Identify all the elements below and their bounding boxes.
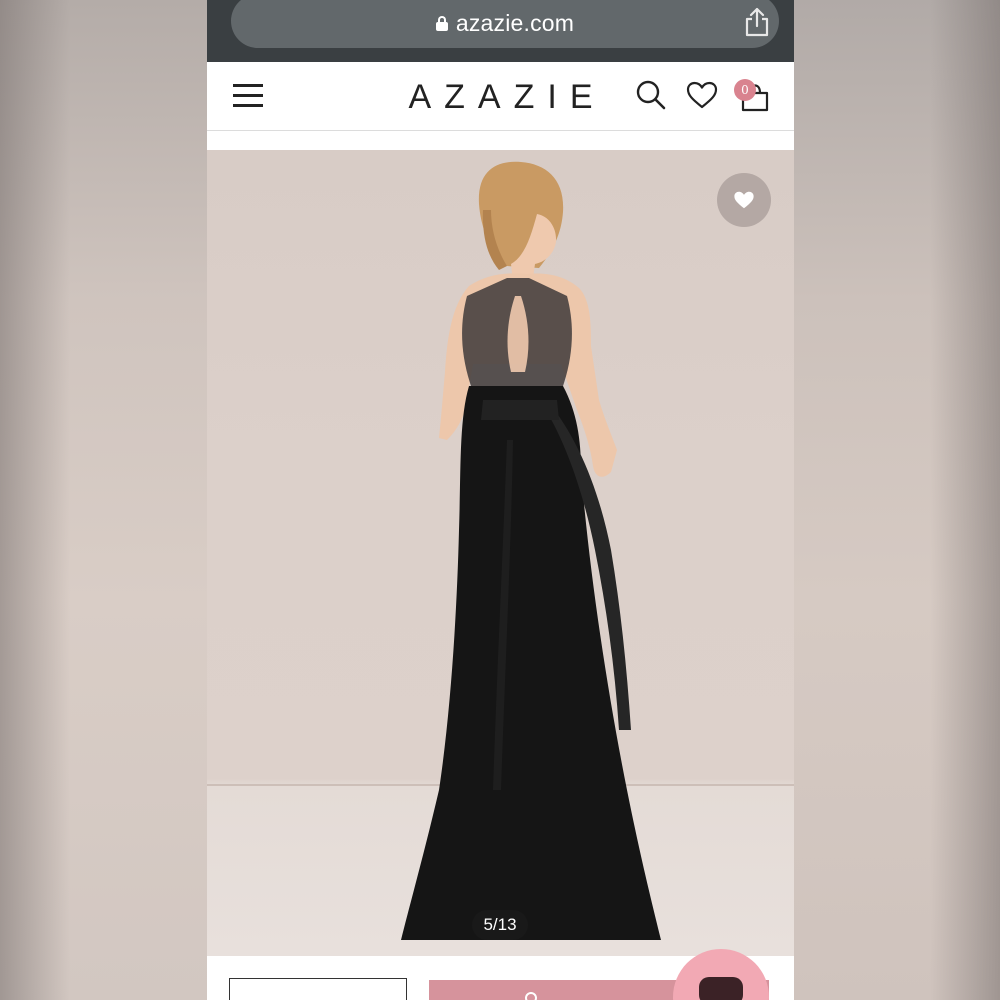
blurred-background-left xyxy=(0,0,207,1000)
blurred-background-right xyxy=(794,0,1000,1000)
image-counter: 5/13 xyxy=(472,910,528,940)
chat-button[interactable] xyxy=(673,949,769,1000)
heart-icon[interactable] xyxy=(686,81,718,109)
url-text: azazie.com xyxy=(455,9,575,36)
site-header: AZAZIE 0 xyxy=(207,62,794,131)
browser-toolbar: azazie.com xyxy=(207,0,794,62)
bottom-action-bar xyxy=(207,949,794,1000)
chat-icon xyxy=(699,977,743,1000)
address-bar[interactable]: azazie.com xyxy=(231,0,779,48)
heart-icon xyxy=(734,191,754,209)
product-image[interactable]: 5/13 xyxy=(207,150,794,956)
search-icon[interactable] xyxy=(635,79,667,111)
header-spacer xyxy=(207,131,794,150)
wishlist-button[interactable] xyxy=(717,173,771,227)
phone-screen: azazie.com AZAZIE 0 5/13 xyxy=(207,0,794,1000)
cart-count-badge: 0 xyxy=(734,79,756,101)
location-icon xyxy=(525,992,537,1000)
secondary-button[interactable] xyxy=(229,978,407,1000)
model-illustration xyxy=(401,161,661,940)
share-icon[interactable] xyxy=(744,7,770,37)
lock-icon xyxy=(435,15,448,31)
